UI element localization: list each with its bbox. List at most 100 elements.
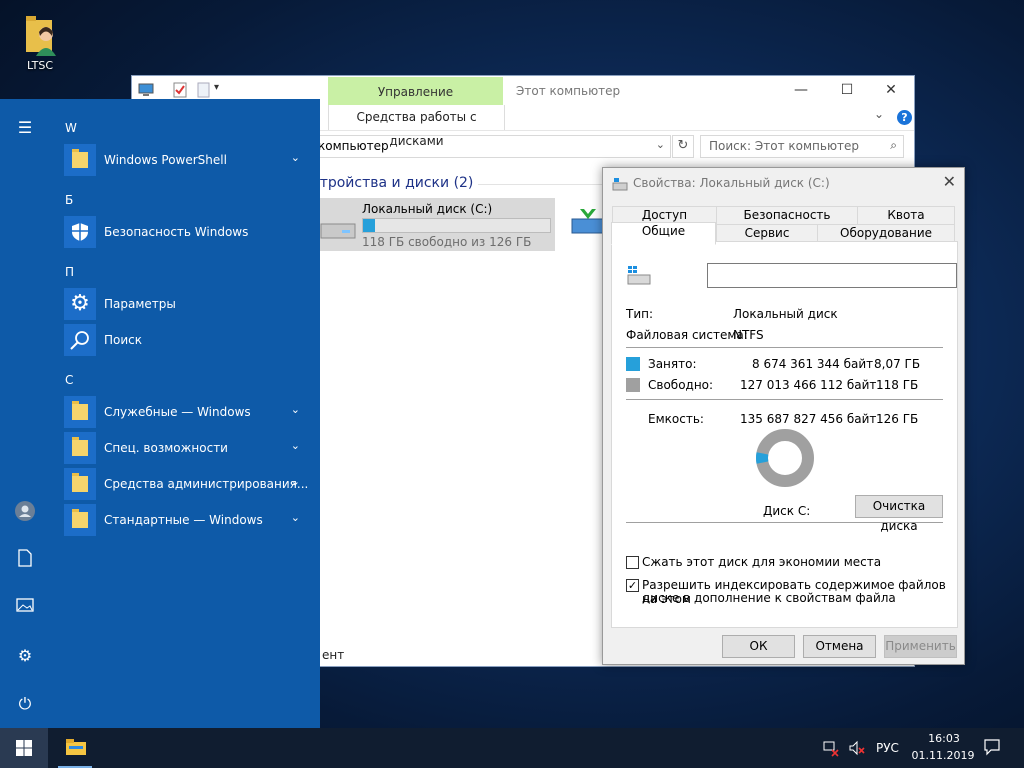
type-value: Локальный диск: [733, 307, 838, 321]
dvd-drive-icon[interactable]: [570, 207, 606, 237]
new-folder-icon[interactable]: [196, 82, 212, 98]
chevron-down-icon[interactable]: ⌄: [291, 439, 300, 452]
compress-checkbox[interactable]: [626, 556, 639, 569]
windows-logo-icon: [16, 740, 32, 756]
folder-icon: [72, 473, 88, 492]
ribbon-collapse-icon[interactable]: ⌄: [874, 107, 884, 121]
tab-general[interactable]: Общие: [611, 222, 716, 245]
app-name: Поиск: [104, 333, 143, 347]
chevron-down-icon[interactable]: ⌄: [291, 151, 300, 164]
tab-quota[interactable]: Квота: [857, 206, 955, 226]
action-center-icon[interactable]: [983, 738, 1001, 759]
app-windows-accessories[interactable]: Стандартные — Windows ⌄: [64, 504, 310, 538]
ok-button[interactable]: ОК: [722, 635, 795, 658]
address-bar[interactable]: компьютер ⌄: [282, 135, 671, 158]
search-input[interactable]: Поиск: Этот компьютер ⌕: [700, 135, 904, 158]
taskbar-file-explorer[interactable]: [54, 728, 96, 768]
drive-item-c[interactable]: Локальный диск (C:) 118 ГБ свободно из 1…: [312, 198, 555, 251]
minimize-button[interactable]: —: [778, 76, 824, 104]
user-folder-icon: [26, 16, 56, 56]
desktop-icon-ltsc[interactable]: LTSC: [14, 8, 66, 76]
shield-icon: [72, 223, 88, 241]
app-name: Спец. возможности: [104, 441, 228, 455]
divider: [626, 399, 943, 400]
free-space-swatch: [626, 378, 640, 392]
cancel-button[interactable]: Отмена: [803, 635, 876, 658]
dialog-title: Свойства: Локальный диск (C:): [633, 176, 830, 190]
power-icon[interactable]: ⏻: [14, 693, 36, 715]
chevron-down-icon[interactable]: ⌄: [291, 511, 300, 524]
clock-time[interactable]: 16:03: [921, 732, 967, 745]
settings-icon[interactable]: ⚙: [14, 645, 36, 667]
folder-icon: [72, 509, 88, 528]
donut-free-segment: [756, 429, 814, 487]
user-icon[interactable]: [14, 500, 36, 522]
search-icon: ⌕: [890, 138, 897, 152]
app-tile: [64, 468, 96, 500]
hamburger-icon[interactable]: ☰: [14, 117, 36, 139]
app-name: Windows PowerShell: [104, 153, 227, 167]
hard-drive-icon: [627, 266, 651, 285]
group-header-devices[interactable]: стройства и диски (2): [312, 175, 473, 191]
refresh-icon[interactable]: ↻: [672, 135, 694, 158]
app-name: Служебные — Windows: [104, 405, 251, 419]
network-icon[interactable]: [822, 739, 840, 760]
app-search[interactable]: Поиск: [64, 324, 310, 358]
apply-button[interactable]: Применить: [884, 635, 957, 658]
chevron-down-icon[interactable]: ⌄: [656, 138, 665, 151]
search-icon: [70, 331, 89, 350]
desktop-icon-label: LTSC: [27, 59, 53, 72]
volume-muted-icon[interactable]: [848, 739, 866, 760]
filesystem-label: Файловая система:: [626, 328, 748, 342]
index-checkbox[interactable]: ✓: [626, 579, 639, 592]
computer-icon[interactable]: [138, 82, 154, 98]
free-bytes: 127 013 466 112 байт: [740, 378, 877, 392]
app-settings[interactable]: ⚙ Параметры: [64, 288, 310, 322]
app-admin-tools[interactable]: Средства администрирования... ⌄: [64, 468, 310, 502]
type-label: Тип:: [626, 307, 654, 321]
used-label: Занято:: [648, 357, 697, 371]
app-name: Параметры: [104, 297, 176, 311]
chevron-down-icon[interactable]: ⌄: [291, 475, 300, 488]
customize-qat-icon[interactable]: ▾: [214, 82, 230, 98]
group-letter-w[interactable]: W: [65, 121, 77, 135]
chevron-down-icon[interactable]: ⌄: [291, 403, 300, 416]
pictures-icon[interactable]: [14, 597, 36, 619]
app-tile: [64, 216, 96, 248]
app-accessibility[interactable]: Спец. возможности ⌄: [64, 432, 310, 466]
folder-icon: [72, 149, 88, 168]
group-letter-s[interactable]: С: [65, 373, 73, 387]
maximize-button[interactable]: ☐: [824, 76, 870, 104]
disk-cleanup-button[interactable]: Очистка диска: [855, 495, 943, 533]
close-button[interactable]: ✕: [868, 76, 914, 104]
properties-icon[interactable]: [172, 82, 188, 98]
capacity-label: Емкость:: [648, 412, 704, 426]
app-tile: [64, 144, 96, 176]
dialog-close-icon[interactable]: ✕: [943, 172, 956, 191]
taskbar: РУС 16:03 01.11.2019: [0, 728, 1024, 768]
app-name: Стандартные — Windows: [104, 513, 263, 527]
tab-security[interactable]: Безопасность: [716, 206, 858, 226]
used-bytes: 8 674 361 344 байт: [752, 357, 874, 371]
help-icon[interactable]: ?: [897, 110, 912, 125]
start-button[interactable]: [0, 728, 48, 768]
clock-date[interactable]: 01.11.2019: [908, 749, 978, 762]
start-menu: ☰ ⚙ ⏻ W Windows PowerShell ⌄ Б Безопасно…: [0, 99, 320, 728]
drive-label-input[interactable]: [707, 263, 957, 288]
language-indicator[interactable]: РУС: [876, 741, 899, 755]
app-tile: [64, 504, 96, 536]
app-windows-system[interactable]: Служебные — Windows ⌄: [64, 396, 310, 430]
app-windows-security[interactable]: Безопасность Windows: [64, 216, 310, 250]
tab-disk-tools[interactable]: Средства работы с дисками: [328, 105, 505, 148]
document-icon[interactable]: [14, 549, 36, 571]
group-letter-b[interactable]: Б: [65, 193, 73, 207]
properties-dialog: Свойства: Локальный диск (C:) ✕ Доступ Б…: [602, 167, 965, 665]
app-windows-powershell[interactable]: Windows PowerShell ⌄: [64, 144, 310, 178]
context-tab-manage[interactable]: Управление: [328, 77, 503, 106]
app-tile: [64, 432, 96, 464]
drive-usage-bar: [362, 218, 551, 233]
filesystem-value: NTFS: [733, 328, 764, 342]
search-placeholder: Поиск: Этот компьютер: [709, 139, 860, 153]
status-bar-text: ент: [322, 648, 345, 662]
group-letter-p[interactable]: П: [65, 265, 74, 279]
